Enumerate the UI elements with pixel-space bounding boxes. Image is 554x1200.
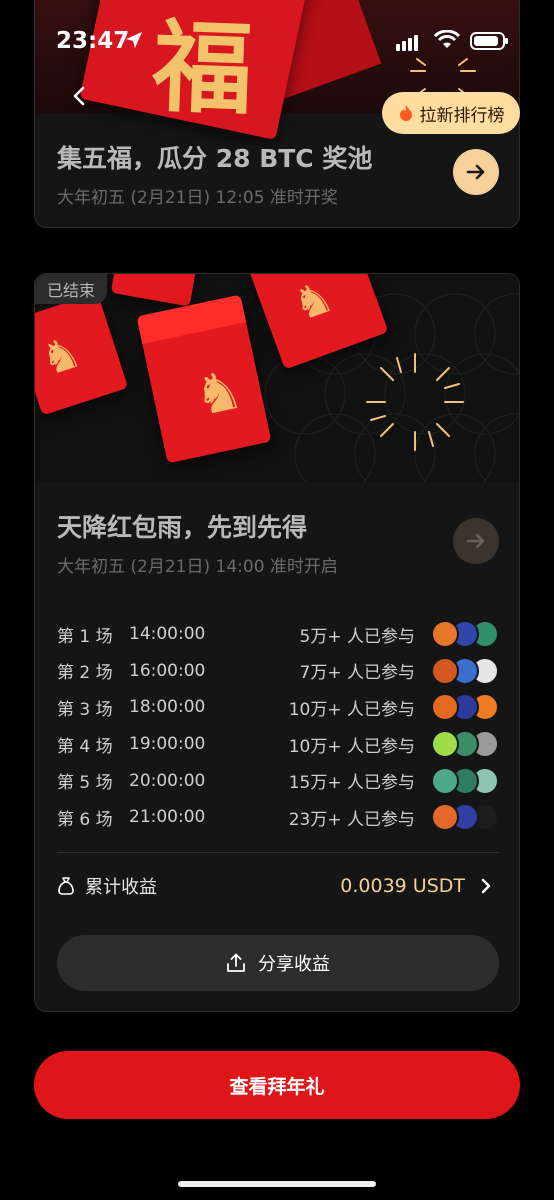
avatar-group — [431, 656, 499, 685]
session-row: 第 6 场 21:00:00 23万+ 人已参与 — [57, 799, 499, 836]
session-time: 16:00:00 — [129, 660, 206, 681]
battery-icon — [470, 32, 508, 50]
session-participants: 5万+ 人已参与 — [299, 626, 415, 647]
home-indicator[interactable] — [178, 1181, 376, 1187]
session-time: 18:00:00 — [129, 697, 206, 718]
red-packet-rain-title: 天降红包雨，先到先得 — [57, 513, 308, 542]
blessings-subtitle: 大年初五 (2月21日) 12:05 准时开奖 — [57, 188, 338, 208]
session-list: 第 1 场 14:00:00 5万+ 人已参与 第 2 场 16:00:00 7… — [57, 616, 499, 836]
main-button-label: 查看拜年礼 — [229, 1075, 325, 1098]
horse-icon: ♞ — [35, 326, 88, 387]
avatar-group — [431, 766, 499, 795]
earnings-value: 0.0039 USDT — [340, 875, 465, 897]
wifi-icon — [434, 30, 460, 48]
referral-leaderboard-button[interactable]: 拉新排行榜 — [382, 92, 520, 134]
money-bag-icon — [58, 877, 74, 895]
flame-icon — [399, 105, 412, 121]
session-participants: 23万+ 人已参与 — [288, 809, 415, 830]
status-time: 23:47 — [56, 28, 130, 54]
cumulative-earnings-row[interactable]: 累计收益 0.0039 USDT — [57, 871, 499, 901]
session-row: 第 4 场 19:00:00 10万+ 人已参与 — [57, 726, 499, 763]
red-packet-go-button[interactable] — [453, 518, 499, 564]
horse-icon: ♞ — [285, 274, 341, 332]
ended-badge: 已结束 — [35, 274, 107, 304]
session-row: 第 1 场 14:00:00 5万+ 人已参与 — [57, 616, 499, 653]
avatar-group — [431, 730, 499, 759]
session-label: 第 2 场 — [57, 663, 113, 684]
firework-decoration-icon — [366, 353, 464, 451]
session-participants: 10万+ 人已参与 — [288, 736, 415, 757]
avatar — [431, 766, 459, 795]
session-row: 第 3 场 18:00:00 10万+ 人已参与 — [57, 689, 499, 726]
status-bar: 23:47 — [0, 0, 554, 80]
location-arrow-icon — [126, 32, 142, 48]
view-new-year-gift-button[interactable]: 查看拜年礼 — [34, 1051, 520, 1119]
share-earnings-label: 分享收益 — [258, 954, 330, 975]
avatar — [431, 656, 459, 685]
arrow-right-icon — [466, 164, 485, 180]
blessings-title: 集五福，瓜分 28 BTC 奖池 — [57, 144, 373, 173]
session-participants: 7万+ 人已参与 — [299, 663, 415, 684]
session-participants: 10万+ 人已参与 — [288, 699, 415, 720]
share-icon — [227, 953, 245, 972]
avatar-group — [431, 693, 499, 722]
red-packet-banner: ♞ ♞ ♞ 已结束 — [35, 274, 519, 482]
session-participants: 15万+ 人已参与 — [288, 773, 415, 794]
red-packet-rain-subtitle: 大年初五 (2月21日) 14:00 准时开启 — [57, 557, 338, 577]
session-time: 14:00:00 — [129, 624, 206, 645]
avatar — [431, 730, 459, 759]
session-label: 第 5 场 — [57, 773, 113, 794]
horse-icon: ♞ — [188, 356, 249, 429]
arrow-right-icon — [466, 533, 485, 549]
session-row: 第 2 场 16:00:00 7万+ 人已参与 — [57, 653, 499, 690]
chevron-right-icon — [481, 878, 491, 894]
session-time: 19:00:00 — [129, 734, 206, 755]
session-row: 第 5 场 20:00:00 15万+ 人已参与 — [57, 762, 499, 799]
cellular-signal-icon — [396, 35, 418, 51]
session-time: 20:00:00 — [129, 770, 206, 791]
session-label: 第 1 场 — [57, 626, 113, 647]
share-earnings-button[interactable]: 分享收益 — [57, 935, 499, 991]
divider — [57, 852, 499, 853]
earnings-label: 累计收益 — [85, 877, 157, 898]
red-packet-rain-card: ♞ ♞ ♞ 已结束 天降红包雨，先到先得 大年初五 (2月21日) 14:00 … — [34, 273, 520, 1012]
session-label: 第 4 场 — [57, 736, 113, 757]
session-label: 第 6 场 — [57, 809, 113, 830]
avatar-group — [431, 620, 499, 649]
leaderboard-label: 拉新排行榜 — [419, 105, 505, 126]
session-label: 第 3 场 — [57, 699, 113, 720]
session-time: 21:00:00 — [129, 807, 206, 828]
avatar-group — [431, 803, 499, 832]
blessings-go-button[interactable] — [453, 149, 499, 195]
back-arrow-icon[interactable] — [69, 85, 91, 107]
